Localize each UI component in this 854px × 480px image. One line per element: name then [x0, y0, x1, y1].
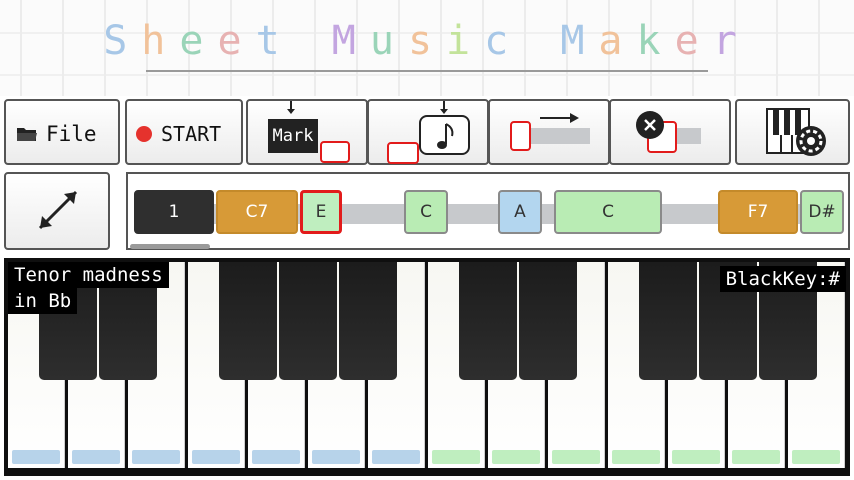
- close-circle-icon: [636, 111, 664, 139]
- chord-block[interactable]: 1: [134, 190, 214, 234]
- title-letter: e: [674, 18, 713, 64]
- piano-gear-icon: [766, 108, 826, 156]
- title-letter: r: [712, 18, 751, 64]
- chord-label: E: [315, 202, 327, 222]
- app-title: Sheet Music Maker: [0, 18, 854, 64]
- chord-label: C: [602, 202, 614, 222]
- black-key[interactable]: [519, 262, 577, 380]
- title-letter: t: [255, 18, 294, 64]
- insert-marker: [320, 141, 350, 163]
- chord-block-selected[interactable]: E: [300, 190, 342, 234]
- title-letter: s: [407, 18, 447, 64]
- black-key[interactable]: [639, 262, 697, 380]
- title-letter: [294, 18, 332, 64]
- mark-button[interactable]: Mark: [246, 99, 368, 165]
- black-key[interactable]: [219, 262, 277, 380]
- black-key[interactable]: [279, 262, 337, 380]
- key-indicator-bar: [12, 450, 60, 464]
- move-button[interactable]: [488, 99, 610, 165]
- key-indicator-bar: [372, 450, 420, 464]
- key-indicator-bar: [492, 450, 540, 464]
- move-marker: [510, 121, 531, 151]
- chord-label: C: [420, 202, 432, 222]
- right-arrow-icon: [540, 113, 579, 123]
- song-title-line1: Tenor madness: [8, 262, 169, 288]
- black-key[interactable]: [459, 262, 517, 380]
- diagonal-expand-icon: [38, 190, 78, 230]
- title-letter: k: [636, 18, 675, 64]
- title-letter: h: [141, 18, 180, 64]
- expand-button[interactable]: [4, 172, 110, 250]
- chord-block[interactable]: C: [554, 190, 662, 234]
- chord-label: F7: [747, 202, 769, 222]
- key-indicator-bar: [732, 450, 780, 464]
- title-letter: M: [560, 18, 599, 64]
- sequence-scrollbar[interactable]: [130, 244, 210, 249]
- chord-block[interactable]: C: [404, 190, 448, 234]
- title-letter: S: [103, 18, 142, 64]
- file-label: File: [46, 122, 97, 146]
- chord-label: A: [514, 202, 526, 222]
- chord-label: 1: [168, 202, 180, 222]
- key-indicator-bar: [552, 450, 600, 464]
- chord-sequence-panel[interactable]: 1 C7 E C A C F7 D#: [126, 172, 850, 250]
- song-title-line2: in Bb: [8, 288, 78, 314]
- mark-label: Mark: [268, 119, 318, 153]
- key-indicator-bar: [312, 450, 360, 464]
- key-indicator-bar: [792, 450, 840, 464]
- title-letter: e: [179, 18, 218, 64]
- chord-block[interactable]: A: [498, 190, 542, 234]
- title-letter: i: [446, 18, 485, 64]
- title-letter: a: [598, 18, 637, 64]
- title-letter: [522, 18, 560, 64]
- black-key[interactable]: [339, 262, 397, 380]
- folder-icon: [17, 128, 37, 141]
- key-indicator-bar: [252, 450, 300, 464]
- start-label: START: [161, 122, 222, 146]
- key-indicator-bar: [672, 450, 720, 464]
- eighth-note-icon: [419, 115, 470, 155]
- key-indicator-bar: [192, 450, 240, 464]
- key-indicator-bar: [432, 450, 480, 464]
- chord-block[interactable]: C7: [216, 190, 298, 234]
- title-letter: e: [217, 18, 256, 64]
- chord-block[interactable]: F7: [718, 190, 798, 234]
- key-indicator-bar: [612, 450, 660, 464]
- chord-label: C7: [245, 202, 269, 222]
- chord-block[interactable]: D#: [800, 190, 844, 234]
- blackkey-mode-label[interactable]: BlackKey:#: [719, 266, 846, 292]
- title-letter: c: [484, 18, 523, 64]
- delete-button[interactable]: [609, 99, 731, 165]
- down-arrow-icon: [287, 101, 295, 114]
- key-indicator-bar: [132, 450, 180, 464]
- file-button[interactable]: File: [4, 99, 120, 165]
- record-dot-icon: [136, 126, 152, 142]
- chord-label: D#: [808, 202, 836, 222]
- insert-note-button[interactable]: [367, 99, 489, 165]
- insert-marker: [387, 142, 419, 164]
- down-arrow-icon: [440, 101, 448, 114]
- start-button[interactable]: START: [125, 99, 243, 165]
- piano-keyboard[interactable]: Tenor madness in Bb BlackKey:#: [4, 258, 850, 476]
- title-letter: u: [369, 18, 408, 64]
- key-indicator-bar: [72, 450, 120, 464]
- title-letter: M: [331, 18, 370, 64]
- title-underline: [146, 70, 708, 72]
- settings-button[interactable]: [735, 99, 850, 165]
